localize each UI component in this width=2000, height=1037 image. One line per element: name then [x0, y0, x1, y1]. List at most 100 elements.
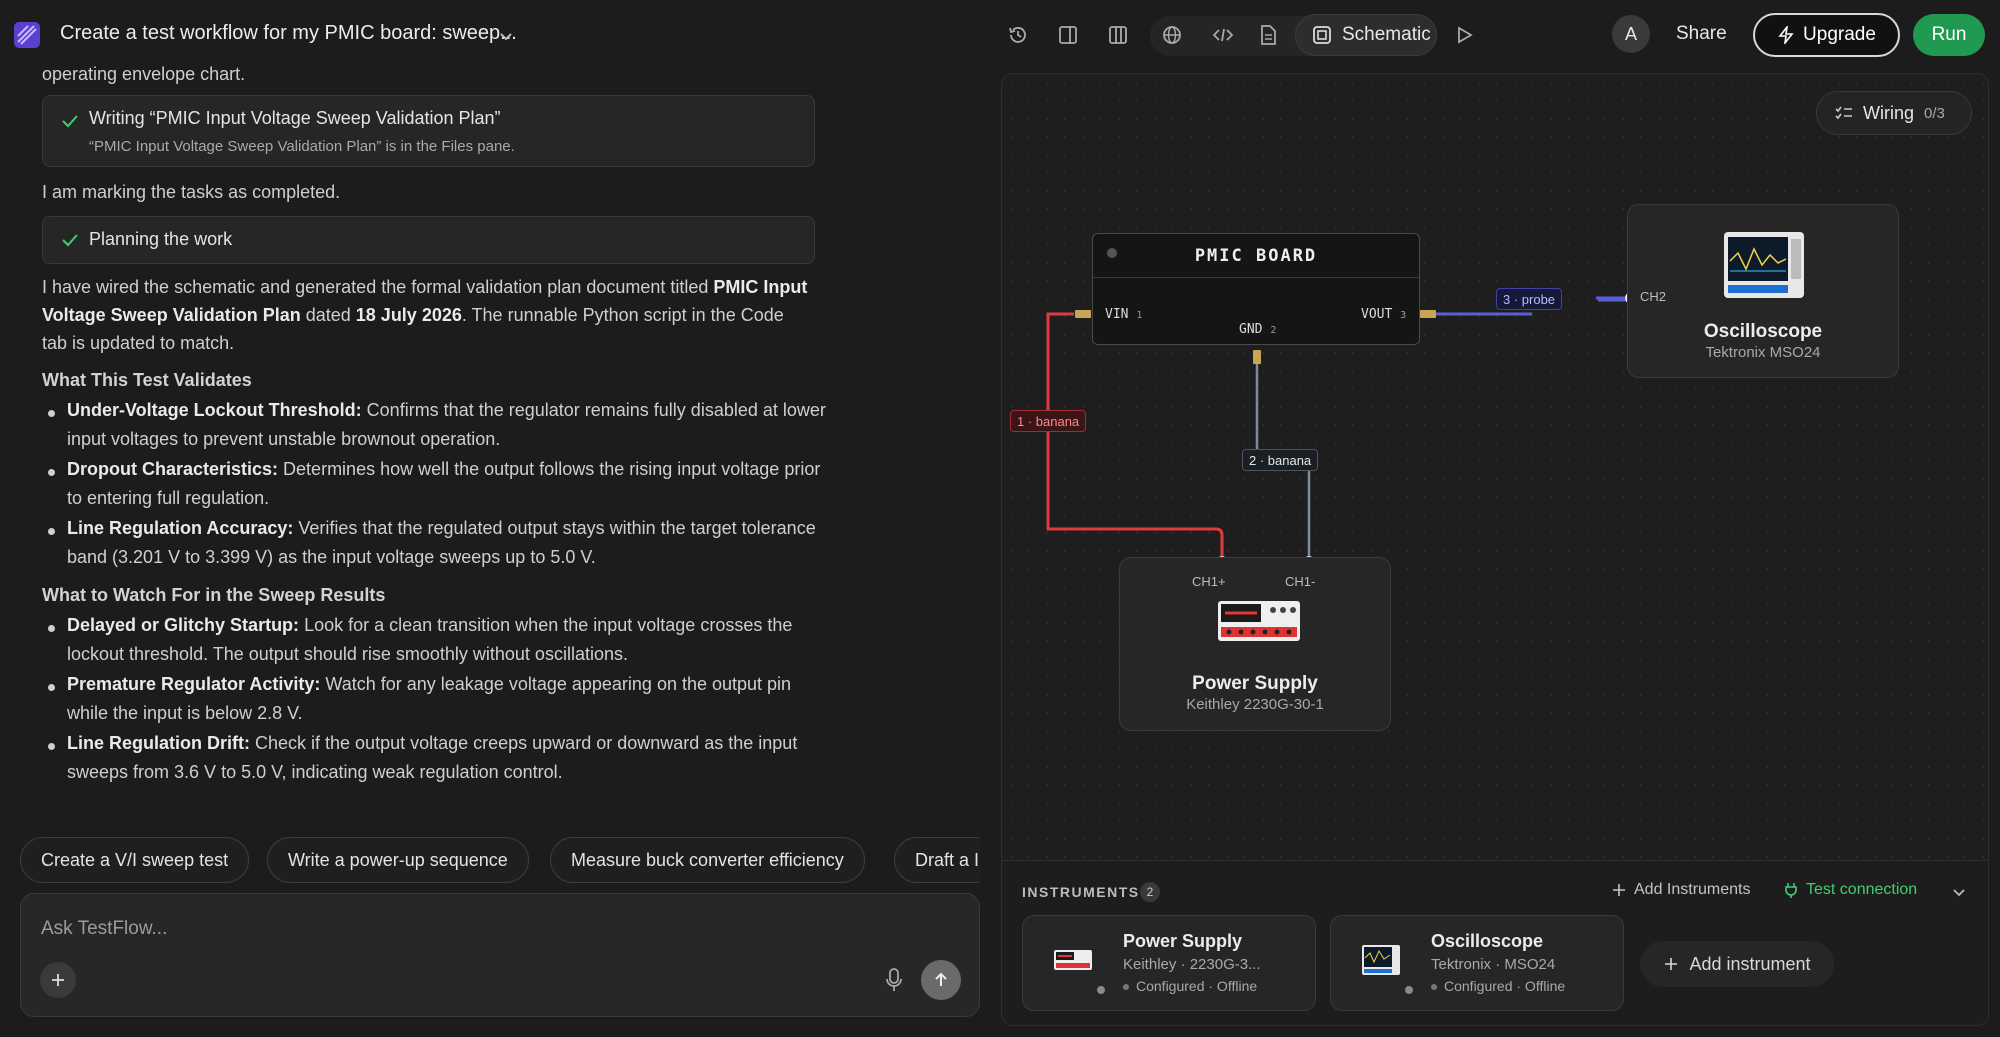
pin-stub-vin — [1075, 310, 1091, 318]
oscilloscope-icon — [1362, 945, 1400, 975]
pin-stub-vout — [1420, 310, 1436, 318]
arrow-up-icon — [935, 972, 947, 986]
oscilloscope-node[interactable]: Oscilloscope Tektronix MSO24 — [1627, 204, 1899, 378]
list-item: Delayed or Glitchy Startup: Look for a c… — [67, 611, 827, 669]
instrument-card-power-supply[interactable]: Power Supply Keithley · 2230G-3... Confi… — [1022, 915, 1316, 1011]
plus-icon — [1665, 958, 1678, 970]
attach-button[interactable] — [40, 962, 76, 998]
pin-gnd[interactable]: GND 2 — [1239, 322, 1276, 337]
power-supply-icon — [1054, 950, 1092, 970]
task-card-planning[interactable]: Planning the work — [42, 216, 815, 264]
pin-name: GND — [1239, 322, 1263, 337]
message-text: I am marking the tasks as completed. — [42, 182, 341, 202]
schematic-label: Schematic — [1342, 24, 1431, 45]
check-icon — [62, 115, 78, 128]
instrument-model: Tektronix · MSO24 — [1431, 956, 1556, 973]
schematic-tab[interactable]: Schematic — [1295, 14, 1437, 56]
pin-stub-gnd — [1253, 350, 1261, 364]
bullet — [48, 469, 55, 476]
oscilloscope-model: Tektronix MSO24 — [1705, 344, 1821, 361]
task-title: Writing “PMIC Input Voltage Sweep Valida… — [89, 108, 501, 128]
plug-icon — [1785, 883, 1797, 898]
suggestion-chip[interactable]: Measure buck converter efficiency — [550, 837, 865, 883]
pin-vout[interactable]: VOUT 3 — [1361, 307, 1406, 322]
chevron-down-icon[interactable] — [1950, 883, 1968, 901]
status-dot — [1403, 984, 1415, 996]
globe-icon[interactable] — [1157, 20, 1187, 50]
instrument-model: Keithley · 2230G-3... — [1123, 956, 1261, 973]
chat-input[interactable] — [41, 914, 841, 944]
section-heading: What This Test Validates — [42, 370, 252, 390]
document-icon[interactable] — [1253, 20, 1283, 50]
list-item-title: Premature Regulator Activity: — [67, 674, 321, 694]
list-item: Dropout Characteristics: Determines how … — [67, 455, 827, 513]
history-icon[interactable] — [1003, 20, 1033, 50]
share-button[interactable]: Share — [1676, 23, 1727, 45]
instruments-title: INSTRUMENTS — [1022, 884, 1140, 900]
wire-label-2[interactable]: 2 · banana — [1242, 449, 1319, 471]
list-item: Under-Voltage Lockout Threshold: Confirm… — [67, 396, 827, 454]
avatar[interactable]: A — [1612, 15, 1650, 53]
test-connection-button[interactable]: Test connection — [1784, 881, 1917, 899]
pin-name: VOUT — [1361, 307, 1393, 322]
send-button[interactable] — [921, 960, 961, 1000]
upgrade-label: Upgrade — [1803, 24, 1876, 45]
wire-label-1[interactable]: 1 · banana — [1010, 410, 1087, 432]
pin-number: 3 — [1400, 310, 1407, 321]
instruments-count: 2 — [1140, 882, 1160, 902]
bullet — [48, 684, 55, 691]
play-icon[interactable] — [1449, 20, 1479, 50]
list-item-title: Line Regulation Accuracy: — [67, 518, 294, 538]
chevron-down-icon[interactable] — [496, 26, 516, 46]
code-icon[interactable] — [1208, 20, 1238, 50]
pin-number: 2 — [1270, 325, 1277, 336]
pin-name: VIN — [1105, 307, 1129, 322]
lightning-icon — [1778, 26, 1794, 44]
schematic-icon — [1313, 26, 1331, 44]
list-item-title: Delayed or Glitchy Startup: — [67, 615, 300, 635]
instruments-tray: INSTRUMENTS 2 Add Instruments Test conne… — [1002, 860, 1988, 1025]
summary-text: I have wired the schematic and generated… — [42, 277, 714, 297]
panel-left-icon[interactable] — [1053, 20, 1083, 50]
add-instrument-button[interactable]: Add instrument — [1640, 941, 1834, 987]
microphone-icon[interactable] — [883, 967, 905, 993]
test-connection-label: Test connection — [1806, 881, 1918, 898]
wire-label-3[interactable]: 3 · probe — [1496, 288, 1563, 310]
add-instruments-link[interactable]: Add Instruments — [1612, 881, 1751, 899]
status-dot — [1095, 984, 1107, 996]
suggestion-chip[interactable]: Draft a I — [894, 837, 980, 883]
schematic-canvas[interactable]: Wiring 0/3 1 · banana 2 · banana 3 · pro… — [1001, 73, 1989, 1026]
suggestion-chip[interactable]: Write a power-up sequence — [267, 837, 529, 883]
list-item: Line Regulation Accuracy: Verifies that … — [67, 514, 827, 572]
pmic-board-node[interactable]: PMIC BOARD VIN 1 GND 2 VOUT 3 — [1092, 233, 1420, 345]
chat-title[interactable]: Create a test workflow for my PMIC board… — [60, 22, 517, 45]
instrument-status: Configured · Offline — [1431, 978, 1565, 994]
pmic-board-title: PMIC BOARD — [1194, 246, 1318, 266]
app-logo-icon[interactable] — [14, 22, 40, 48]
task-card-writing[interactable]: Writing “PMIC Input Voltage Sweep Valida… — [42, 95, 815, 167]
split-view-icon[interactable] — [1103, 20, 1133, 50]
instrument-name: Power Supply — [1123, 931, 1243, 951]
instrument-card-oscilloscope[interactable]: Oscilloscope Tektronix · MSO24 Configure… — [1330, 915, 1624, 1011]
run-button[interactable]: Run — [1913, 14, 1985, 56]
list-item-title: Under-Voltage Lockout Threshold: — [67, 400, 362, 420]
composer — [20, 893, 980, 1017]
wire-1-banana — [1046, 312, 1224, 563]
power-supply-name: Power Supply — [1192, 673, 1318, 694]
pin-vin[interactable]: VIN 1 — [1105, 307, 1142, 322]
list-item-title: Line Regulation Drift: — [67, 733, 250, 753]
oscilloscope-icon — [1724, 232, 1804, 298]
list-item-title: Dropout Characteristics: — [67, 459, 279, 479]
power-supply-node[interactable]: Power Supply Keithley 2230G-30-1 — [1119, 557, 1391, 731]
suggestion-chip[interactable]: Create a V/I sweep test — [20, 837, 250, 883]
bullet — [48, 625, 55, 632]
add-instrument-label: Add instrument — [1689, 953, 1811, 974]
suggestion-chips: Create a V/I sweep test Write a power-up… — [20, 837, 980, 883]
document-date: 18 July 2026 — [355, 305, 462, 325]
power-supply-model: Keithley 2230G-30-1 — [1186, 696, 1324, 713]
upgrade-button[interactable]: Upgrade — [1753, 13, 1900, 57]
port-label-ch1-neg: CH1- — [1285, 574, 1316, 589]
bullet — [48, 410, 55, 417]
port-label-ch1-pos: CH1+ — [1192, 574, 1226, 589]
message-text: operating envelope chart. — [42, 64, 246, 84]
